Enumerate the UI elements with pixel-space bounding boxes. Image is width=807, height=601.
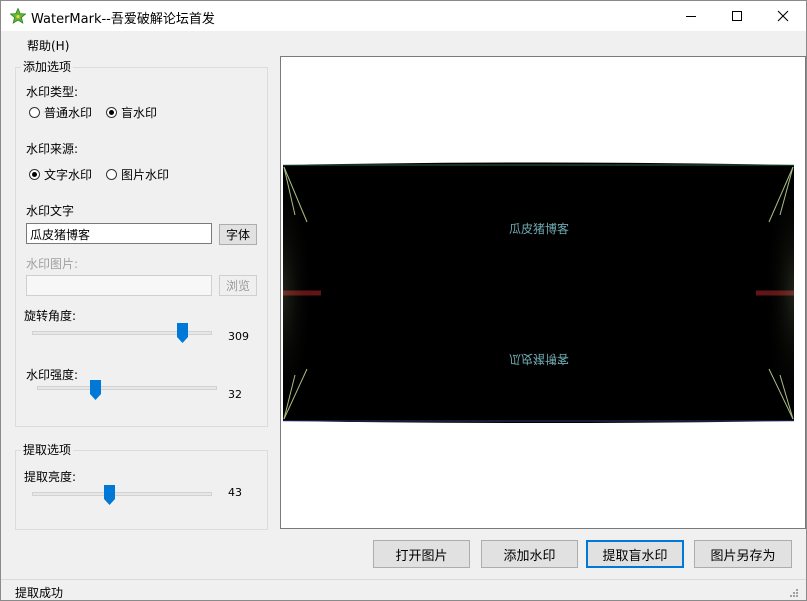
radio-circle: [29, 107, 40, 118]
extract-options-legend: 提取选项: [21, 441, 74, 458]
add-options-legend: 添加选项: [21, 58, 74, 75]
radio-circle: [29, 169, 40, 180]
window-title: WaterMark--吾爱破解论坛首发: [31, 12, 215, 27]
strength-label: 水印强度:: [26, 368, 79, 382]
strength-slider-track[interactable]: [37, 386, 217, 390]
brightness-label: 提取亮度:: [24, 470, 77, 484]
brightness-slider-thumb[interactable]: [104, 485, 115, 505]
watermark-image-input[interactable]: [26, 275, 212, 296]
radio-circle: [106, 107, 117, 118]
watermark-type-label: 水印类型:: [26, 85, 79, 99]
rotation-label: 旋转角度:: [24, 309, 77, 323]
strength-slider-thumb[interactable]: [90, 380, 101, 400]
app-window: WaterMark--吾爱破解论坛首发 帮助(H) 添加选项 水印类型: 普通水…: [0, 0, 807, 601]
watermark-source-label: 水印来源:: [26, 142, 79, 156]
radio-text-watermark[interactable]: 文字水印: [29, 166, 92, 183]
preview-watermark-text: 瓜皮猪博客: [509, 222, 570, 236]
radio-normal-watermark[interactable]: 普通水印: [29, 104, 92, 121]
title-bar: WaterMark--吾爱破解论坛首发: [1, 1, 806, 31]
image-preview: 瓜皮猪博客 瓜皮猪博客: [280, 56, 806, 529]
radio-label: 文字水印: [44, 168, 93, 182]
radio-label: 盲水印: [121, 106, 158, 120]
close-button[interactable]: [760, 1, 806, 31]
preview-mirrored-watermark-text: 瓜皮猪博客: [509, 352, 570, 366]
watermark-image-label: 水印图片:: [26, 257, 79, 271]
maximize-button[interactable]: [714, 1, 760, 31]
brightness-slider-track[interactable]: [32, 492, 212, 496]
brightness-value: 43: [228, 486, 242, 499]
radio-dot: [32, 172, 37, 177]
rotation-slider-thumb[interactable]: [177, 323, 188, 343]
save-image-as-button[interactable]: 图片另存为: [694, 540, 792, 568]
app-star-icon: [9, 7, 27, 24]
strength-value: 32: [228, 388, 242, 401]
radio-label: 图片水印: [121, 168, 170, 182]
radio-label: 普通水印: [44, 106, 93, 120]
add-watermark-button[interactable]: 添加水印: [481, 540, 578, 568]
menu-bar: 帮助(H): [1, 32, 806, 54]
menu-help[interactable]: 帮助(H): [27, 37, 69, 54]
minimize-button[interactable]: [668, 1, 714, 31]
watermark-text-input[interactable]: 瓜皮猪博客: [26, 223, 212, 244]
radio-dot: [109, 110, 114, 115]
minimize-icon: [686, 16, 696, 17]
close-icon: [777, 10, 789, 22]
extract-blind-watermark-button[interactable]: 提取盲水印: [586, 540, 684, 568]
status-text: 提取成功: [15, 586, 64, 600]
font-button[interactable]: 字体: [219, 224, 257, 245]
radio-circle: [106, 169, 117, 180]
open-image-button[interactable]: 打开图片: [373, 540, 470, 568]
maximize-icon: [732, 11, 742, 21]
radio-blind-watermark[interactable]: 盲水印: [106, 104, 157, 121]
watermark-text-label: 水印文字: [26, 204, 75, 218]
radio-image-watermark[interactable]: 图片水印: [106, 166, 169, 183]
browse-button[interactable]: 浏览: [219, 275, 257, 296]
status-bar: 提取成功: [1, 579, 806, 601]
resize-grip-icon[interactable]: [789, 588, 799, 598]
rotation-value: 309: [228, 330, 249, 343]
preview-image: [283, 162, 794, 423]
